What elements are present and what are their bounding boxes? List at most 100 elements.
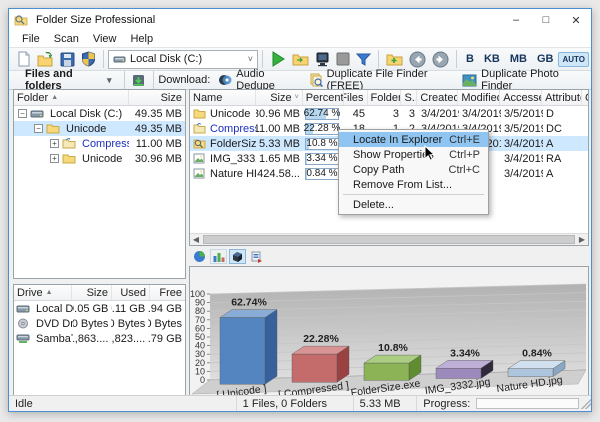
tree-row-unicode-child[interactable]: + Unicode 30.96 MB xyxy=(14,151,185,166)
svg-text:100: 100 xyxy=(190,289,205,299)
new-list-button[interactable] xyxy=(13,49,34,69)
forward-button[interactable] xyxy=(429,49,452,69)
folders-column-header[interactable]: Folders xyxy=(368,90,402,105)
bar-chart-icon xyxy=(212,250,225,263)
free-column-header[interactable]: Free xyxy=(150,285,185,300)
tree-row-unicode-selected[interactable]: − Unicode 49.35 MB xyxy=(14,121,185,136)
folder-tree-header: Folder ▲ Size xyxy=(14,90,185,106)
drive-header-label: Drive xyxy=(17,287,43,299)
audio-dedupe-icon xyxy=(218,73,232,87)
menu-scan[interactable]: Scan xyxy=(47,32,86,46)
chevron-down-icon: ▾ xyxy=(107,75,112,86)
filter-icon xyxy=(356,52,371,67)
scan-folder-button[interactable] xyxy=(289,49,312,69)
tree-item-size: 30.96 MB xyxy=(129,153,185,165)
close-button[interactable]: ✕ xyxy=(561,9,591,31)
back-button[interactable] xyxy=(406,49,429,69)
dvd-drive-icon xyxy=(16,318,30,330)
unit-auto-button[interactable]: AUTO xyxy=(558,52,589,67)
save-button[interactable] xyxy=(57,49,78,69)
menu-item-label: Remove From List... xyxy=(353,179,480,191)
add-folder-button[interactable] xyxy=(383,49,406,69)
modified-column-header[interactable]: Modified xyxy=(458,90,500,105)
unit-mb-button[interactable]: MB xyxy=(505,49,532,69)
accessed-column-header[interactable]: Accessed xyxy=(500,90,542,105)
file-files: 45 xyxy=(344,108,368,120)
collapse-icon[interactable]: − xyxy=(18,109,27,118)
file-accessed: 3/4/2019... xyxy=(501,168,543,180)
drive-row-local[interactable]: Local Dis... 59.05 GB 19.11 GB 39.94 GB xyxy=(14,301,185,316)
unit-kb-button[interactable]: KB xyxy=(479,49,505,69)
bar-chart-3d-button[interactable] xyxy=(229,249,246,264)
expand-icon[interactable]: + xyxy=(50,154,59,163)
bar-chart-button[interactable] xyxy=(210,249,227,264)
drive-size: 59.05 GB xyxy=(73,303,112,315)
files-header-label: Files xyxy=(344,92,364,104)
download-manager-button[interactable] xyxy=(128,70,149,90)
files-column-header[interactable]: Files xyxy=(344,90,368,105)
admin-button[interactable] xyxy=(78,49,99,69)
name-column-header[interactable]: Name xyxy=(190,90,256,105)
c-column-header[interactable]: C xyxy=(582,90,588,105)
drive-row-samba[interactable]: SambaTe... 1,863.... 1,823.... 39.79 GB xyxy=(14,331,185,346)
file-accessed: 3/4/2019... xyxy=(501,153,543,165)
maximize-button[interactable]: □ xyxy=(531,9,561,31)
stop-button[interactable] xyxy=(333,49,353,69)
toolbar-separator xyxy=(103,50,104,68)
folder-column-header[interactable]: Folder ▲ xyxy=(14,90,129,105)
drive-selector-dropdown[interactable]: Local Disk (C:) ˅ xyxy=(108,50,258,69)
drive-column-header[interactable]: Drive ▲ xyxy=(14,285,72,300)
horizontal-scrollbar[interactable]: ◀ ▶ xyxy=(190,233,588,245)
menu-help[interactable]: Help xyxy=(123,32,160,46)
attributes-column-header[interactable]: Attributes xyxy=(542,90,582,105)
resize-grip-icon[interactable] xyxy=(581,399,591,409)
drive-free: 39.79 GB xyxy=(148,333,185,345)
export-chart-button[interactable] xyxy=(248,249,265,264)
tree-row-compressed[interactable]: + Compressed 11.00 MB xyxy=(14,136,185,151)
unit-b-button[interactable]: B xyxy=(461,49,479,69)
file-size: 424.58... xyxy=(256,168,303,180)
scan-button[interactable] xyxy=(267,49,289,69)
tree-row-local-disk[interactable]: − Local Disk (C:) 49.35 MB xyxy=(14,106,185,121)
menu-item-remove-from-list[interactable]: Remove From List... xyxy=(339,177,488,192)
size-column-header[interactable]: Size xyxy=(129,90,185,105)
menu-item-locate-in-explorer[interactable]: Locate In Explorer Ctrl+E xyxy=(339,132,488,147)
svg-text:0: 0 xyxy=(200,375,205,385)
scroll-right-icon[interactable]: ▶ xyxy=(576,234,588,245)
files-and-folders-dropdown[interactable]: Files and folders ▾ xyxy=(17,71,120,90)
filter-button[interactable] xyxy=(353,49,374,69)
new-document-icon xyxy=(16,51,31,67)
created-column-header[interactable]: Created xyxy=(417,90,458,105)
percent-column-header[interactable]: Percent xyxy=(303,90,344,105)
minimize-button[interactable]: – xyxy=(501,9,531,31)
menu-item-show-properties[interactable]: Show Properties Ctrl+P xyxy=(339,147,488,162)
file-created: 3/4/2019... xyxy=(418,108,459,120)
export-chart-icon xyxy=(250,250,263,263)
file-size: 1.65 MB xyxy=(256,153,303,165)
scroll-left-icon[interactable]: ◀ xyxy=(190,234,202,245)
s-column-header[interactable]: S... xyxy=(401,90,417,105)
menu-view[interactable]: View xyxy=(86,32,124,46)
open-button[interactable] xyxy=(34,49,57,69)
scrollbar-thumb[interactable] xyxy=(203,235,575,244)
file-name: FolderSize.exe xyxy=(210,138,256,150)
used-column-header[interactable]: Used xyxy=(112,285,150,300)
menu-bar: File Scan View Help xyxy=(9,31,591,48)
file-row-unicode[interactable]: Unicode 30.96 MB 62.74 % 45 3 3 3/4/2019… xyxy=(190,106,588,121)
expand-icon[interactable]: + xyxy=(50,139,59,148)
size-column-header[interactable]: Size xyxy=(72,285,112,300)
attributes-header-label: Attributes xyxy=(545,92,582,104)
file-size: 11.00 MB xyxy=(256,123,303,135)
pie-chart-button[interactable] xyxy=(191,249,208,264)
menu-item-shortcut: Ctrl+C xyxy=(449,164,480,176)
folder-icon xyxy=(62,153,76,165)
collapse-icon[interactable]: − xyxy=(34,124,43,133)
drive-row-dvd[interactable]: DVD Driv... 0 Bytes 0 Bytes 0 Bytes xyxy=(14,316,185,331)
context-menu: Locate In Explorer Ctrl+E Show Propertie… xyxy=(338,129,489,215)
size-column-header[interactable]: Size ˅ xyxy=(256,90,303,105)
menu-file[interactable]: File xyxy=(15,32,47,46)
unit-gb-button[interactable]: GB xyxy=(532,49,559,69)
menu-item-copy-path[interactable]: Copy Path Ctrl+C xyxy=(339,162,488,177)
menu-item-delete[interactable]: Delete... xyxy=(339,197,488,212)
scan-network-button[interactable] xyxy=(312,49,333,69)
